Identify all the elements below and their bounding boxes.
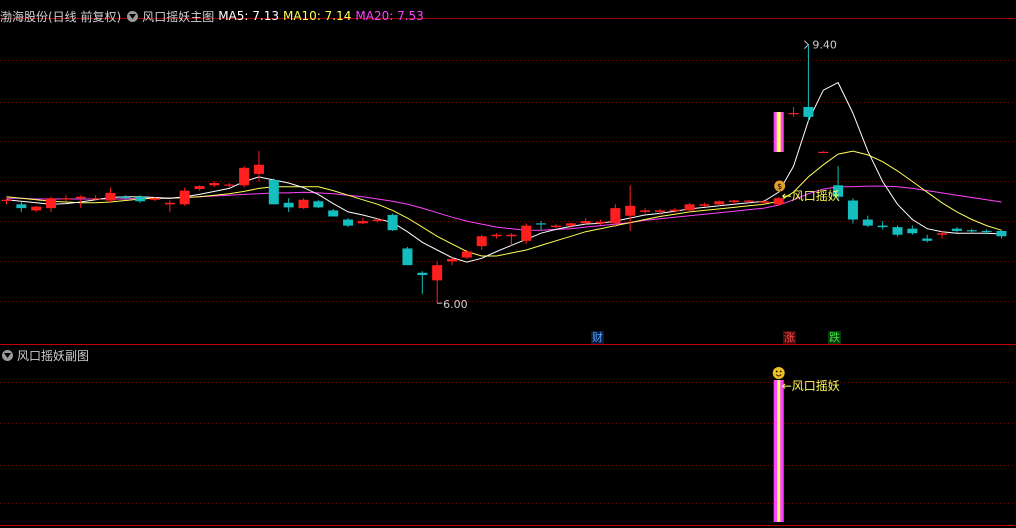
candle-body — [60, 198, 71, 200]
limit-down-badge[interactable]: 跌 — [828, 331, 841, 344]
candle-body — [120, 196, 131, 199]
candle-body — [996, 230, 1007, 237]
high-price-label: 9.40 — [812, 39, 837, 52]
candle-body — [684, 204, 695, 211]
candle-body — [565, 223, 576, 226]
candle-body — [847, 200, 858, 220]
candle-body — [506, 234, 517, 237]
candle-body — [758, 201, 769, 203]
low-price-label: 6.00 — [443, 298, 468, 311]
candle-body — [521, 225, 532, 241]
candle-body — [90, 198, 101, 200]
high-arrow — [804, 40, 810, 49]
candle-body — [788, 113, 799, 115]
candle-body — [699, 204, 710, 206]
candle-body — [16, 204, 27, 209]
candle-body — [937, 233, 948, 235]
candle-body — [654, 210, 665, 212]
candle-body — [625, 205, 636, 216]
candle-body — [461, 251, 472, 258]
limit-up-badge[interactable]: 涨 — [783, 331, 796, 344]
candle-body — [268, 179, 279, 205]
candle-body — [31, 206, 42, 211]
candle-body — [447, 259, 457, 262]
main-signal-bar-core — [776, 112, 781, 152]
candle-body — [966, 230, 977, 232]
candle-body — [283, 202, 294, 208]
candle-body — [907, 228, 918, 234]
candle-body — [402, 248, 413, 266]
candle-body — [164, 202, 175, 205]
candle-body — [877, 225, 888, 228]
sub-indicator-name[interactable]: 风口摇妖副图 — [17, 347, 89, 364]
candle-body — [328, 210, 339, 217]
sub-signal-bar-core — [777, 380, 781, 522]
candle-body — [951, 228, 962, 231]
candle-body — [862, 219, 873, 226]
candle-body — [714, 201, 725, 205]
chart-window: $ ←风口摇妖 9.40 6.00 ←风口摇妖 渤海股份(日线 前复权) 风口摇妖主图 … — [0, 0, 1016, 528]
candle-body — [372, 219, 383, 222]
stock-title: 渤海股份(日线 前复权) — [0, 9, 122, 24]
candle-body — [313, 201, 324, 208]
candle-body — [298, 199, 309, 209]
candle-body — [580, 221, 591, 224]
candle-body — [744, 200, 754, 202]
main-indicator-name[interactable]: 风口摇妖主图 — [142, 8, 214, 25]
candle-body — [150, 198, 160, 200]
kline-chart[interactable]: $←风口摇妖9.406.00←风口摇妖 — [0, 0, 1016, 528]
smiley-icon — [772, 367, 785, 379]
candle-body — [343, 219, 354, 226]
ma5-value: MA5: 7.13 — [218, 9, 279, 23]
candle-body — [253, 164, 264, 174]
candle-body — [75, 196, 86, 199]
candle-body — [1, 199, 12, 201]
candle-body — [729, 200, 740, 203]
candle-body — [536, 223, 547, 225]
candle-body — [239, 167, 250, 186]
candle-body — [179, 190, 190, 205]
ma5-line — [6, 81, 1002, 263]
candle-body — [803, 106, 814, 117]
ma20-value: MA20: 7.53 — [355, 9, 424, 23]
ma10-value: MA10: 7.14 — [282, 9, 352, 23]
candle-body — [357, 221, 368, 224]
candle-body — [550, 225, 561, 228]
candle-body — [640, 210, 651, 212]
candle-body — [892, 227, 903, 235]
sub-signal-label: ←风口摇妖 — [782, 379, 840, 393]
candle-body — [46, 198, 57, 209]
finance-event-badge[interactable]: 财 — [591, 331, 604, 344]
chevron-down-icon[interactable] — [2, 349, 13, 361]
candle-body — [491, 234, 502, 237]
candle-body — [595, 221, 606, 224]
candle-body — [417, 272, 428, 276]
candle-body — [194, 186, 205, 190]
chevron-down-icon[interactable] — [127, 10, 139, 22]
candle-body — [224, 184, 235, 186]
candle-body — [981, 230, 992, 233]
candle-body — [432, 265, 443, 281]
main-chart-header: 渤海股份(日线 前复权) 风口摇妖主图 MA5: 7.13 MA10: 7.14… — [0, 7, 428, 25]
candle-body — [669, 209, 680, 212]
candle-body — [209, 183, 220, 186]
candle-body — [610, 208, 621, 224]
candle-body — [387, 214, 398, 231]
candle-body — [818, 151, 829, 154]
candle-body — [105, 192, 116, 201]
candle-body — [922, 238, 933, 241]
sub-chart-header: 风口摇妖副图 — [0, 346, 93, 364]
candle-body — [476, 236, 487, 247]
candle-body — [135, 196, 146, 202]
main-signal-label: ←风口摇妖 — [782, 189, 840, 203]
